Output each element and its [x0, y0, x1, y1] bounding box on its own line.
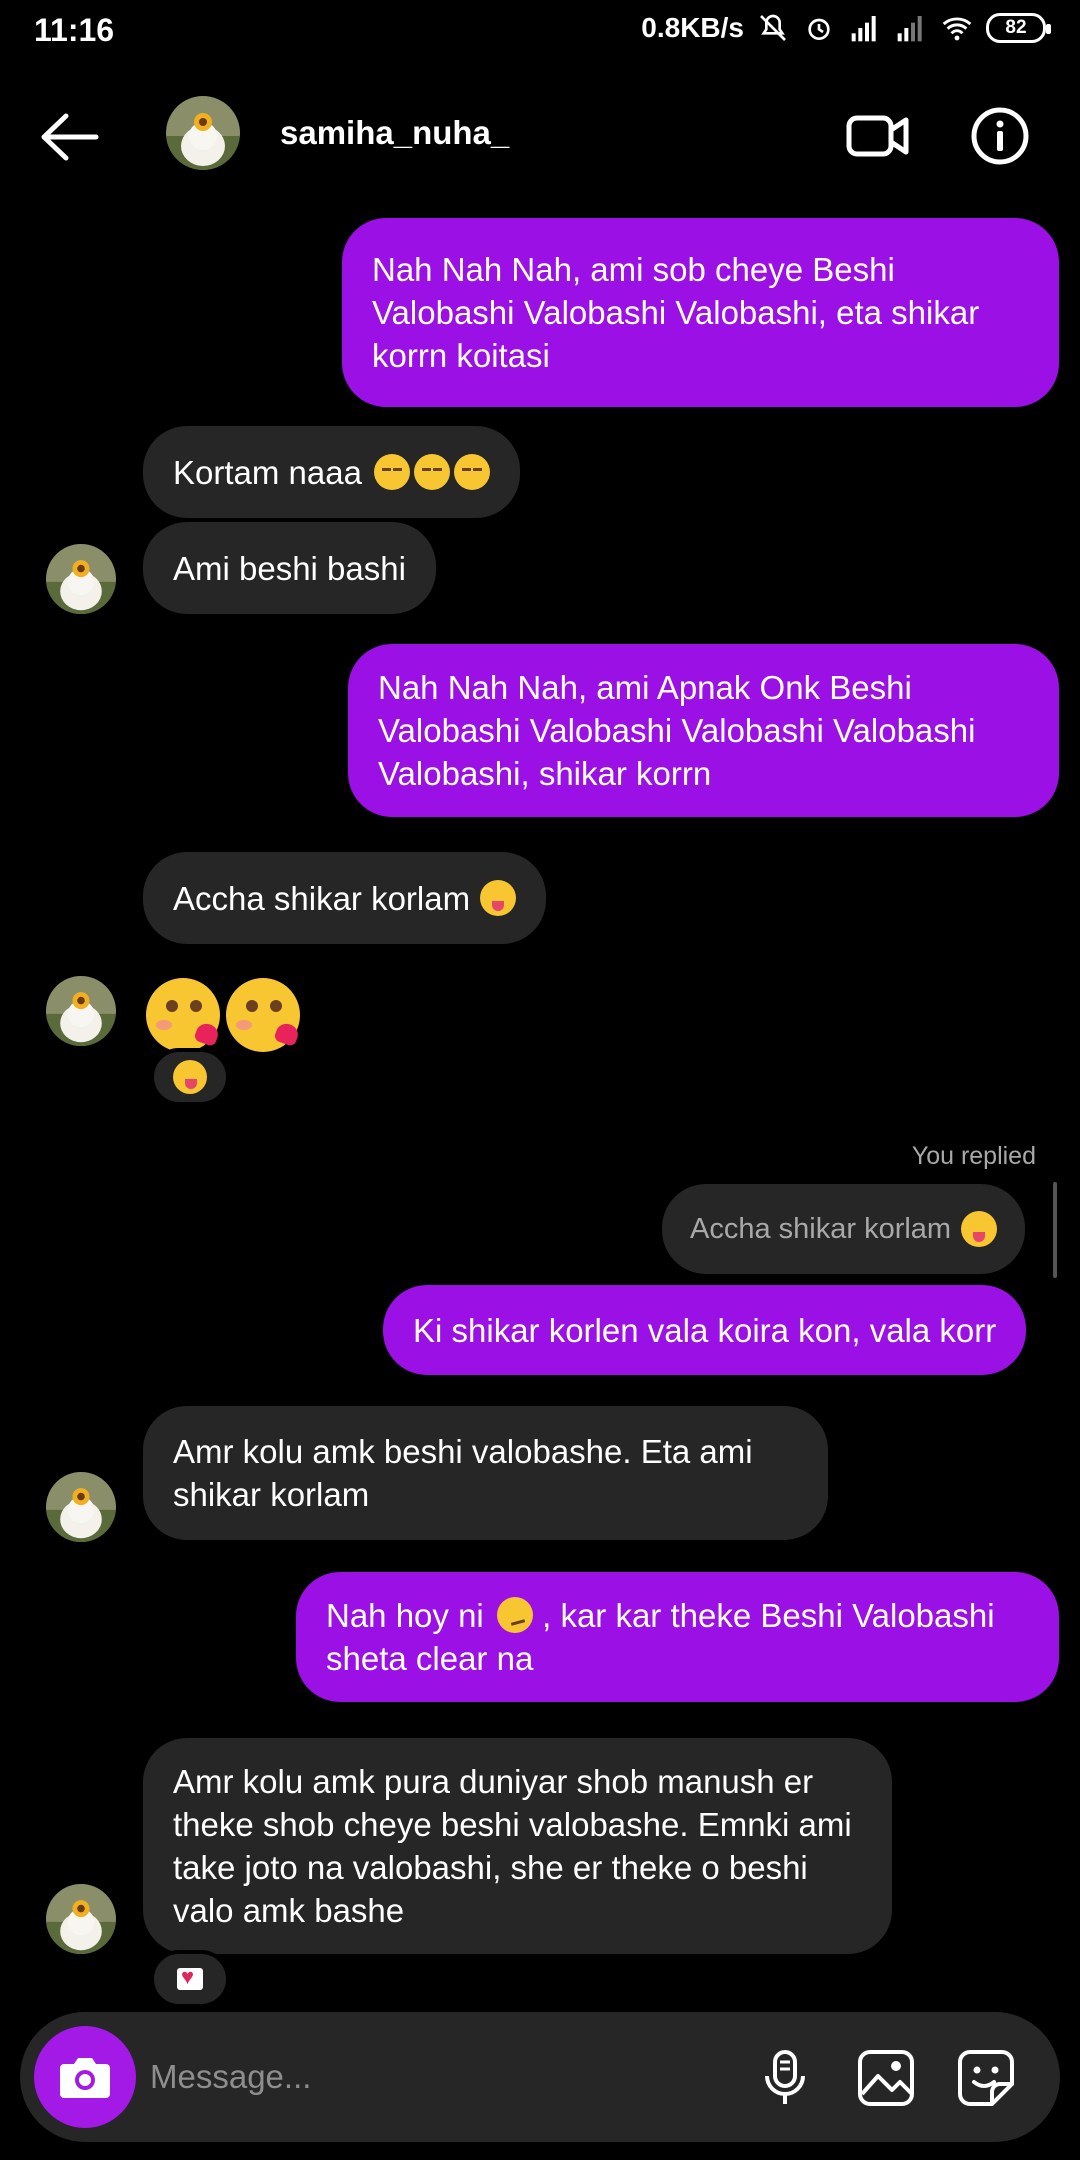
kissing-face-emoji [173, 1060, 207, 1094]
incoming-message[interactable]: Kortam naaa [143, 426, 520, 518]
signal-icon-2 [897, 16, 922, 42]
camera-button[interactable] [34, 2026, 136, 2128]
incoming-message[interactable]: Amr kolu amk pura duniyar shob manush er… [143, 1738, 892, 1954]
message-text: Nah Nah Nah, ami sob cheye Beshi Valobas… [372, 251, 980, 374]
camera-icon [60, 2058, 110, 2098]
microphone-icon[interactable] [755, 2048, 815, 2108]
message-text: Kortam naaa [173, 453, 362, 491]
wifi-icon [942, 17, 972, 41]
status-bar: 11:16 0.8KB/s 82 [0, 0, 1080, 62]
outgoing-message[interactable]: Nah Nah Nah, ami sob cheye Beshi Valobas… [342, 218, 1059, 407]
status-time: 11:16 [34, 12, 115, 48]
message-text: Amr kolu amk pura duniyar shob manush er… [173, 1763, 852, 1929]
expressionless-face-emoji [453, 454, 490, 490]
sticker-icon[interactable] [956, 2048, 1016, 2108]
network-speed: 0.8KB/s [641, 12, 744, 43]
smirking-face-emoji [496, 1597, 533, 1633]
face-savoring-food-emoji [961, 1211, 998, 1247]
message-text: Ki shikar korlen vala koira kon, vala ko… [413, 1311, 997, 1349]
outgoing-message[interactable]: Nah hoy ni , kar kar theke Beshi Valobas… [296, 1572, 1059, 1702]
chat-username[interactable]: samiha_nuha_ [280, 114, 509, 152]
message-text: Amr kolu amk beshi valobashe. Eta ami sh… [173, 1433, 753, 1513]
emoji-message[interactable] [146, 978, 306, 1054]
expressionless-face-emoji [413, 454, 450, 490]
outgoing-message[interactable]: Nah Nah Nah, ami Apnak Onk Beshi Valobas… [348, 644, 1059, 817]
sender-avatar[interactable] [46, 976, 116, 1046]
expressionless-face-emoji [373, 454, 410, 490]
gallery-icon[interactable] [856, 2048, 916, 2108]
reaction-badge[interactable] [150, 1950, 230, 2008]
chat-header: samiha_nuha_ [0, 62, 1080, 212]
sender-avatar[interactable] [46, 1884, 116, 1954]
message-text: Accha shikar korlam [173, 879, 471, 917]
avatar[interactable] [166, 96, 240, 170]
quoted-message[interactable]: Accha shikar korlam [662, 1184, 1026, 1274]
outgoing-message[interactable]: Ki shikar korlen vala koira kon, vala ko… [383, 1285, 1027, 1375]
face-savoring-food-emoji [480, 880, 517, 916]
info-icon[interactable] [970, 106, 1030, 166]
sender-avatar[interactable] [46, 1472, 116, 1542]
incoming-message[interactable]: Ami beshi bashi [143, 522, 436, 614]
kissing-face-emoji [146, 978, 221, 1052]
message-composer [20, 2012, 1060, 2142]
message-text-start: Nah hoy ni [326, 1597, 484, 1634]
bell-muted-icon [760, 14, 786, 41]
love-letter-emoji [177, 1964, 203, 1990]
message-thread[interactable]: Nah Nah Nah, ami sob cheye Beshi Valobas… [0, 212, 1080, 2008]
signal-icon [851, 16, 876, 42]
quoted-text: Accha shikar korlam [690, 1212, 952, 1245]
message-text: Nah Nah Nah, ami Apnak Onk Beshi Valobas… [378, 669, 976, 792]
message-text: Ami beshi bashi [173, 549, 406, 587]
reaction-badge[interactable] [150, 1048, 230, 1106]
replied-label: You replied [911, 1142, 1036, 1170]
back-arrow-icon[interactable] [38, 110, 102, 164]
kissing-face-emoji [226, 978, 301, 1052]
reply-indicator-bar [1053, 1182, 1057, 1278]
alarm-icon [808, 18, 830, 40]
sender-avatar[interactable] [46, 544, 116, 614]
status-icons: 0.8KB/s 82 [641, 12, 1051, 44]
battery-icon: 82 [986, 13, 1051, 43]
incoming-message[interactable]: Accha shikar korlam [143, 852, 547, 944]
message-input[interactable] [150, 2042, 710, 2112]
video-call-icon[interactable] [846, 108, 910, 164]
incoming-message[interactable]: Amr kolu amk beshi valobashe. Eta ami sh… [143, 1406, 828, 1540]
